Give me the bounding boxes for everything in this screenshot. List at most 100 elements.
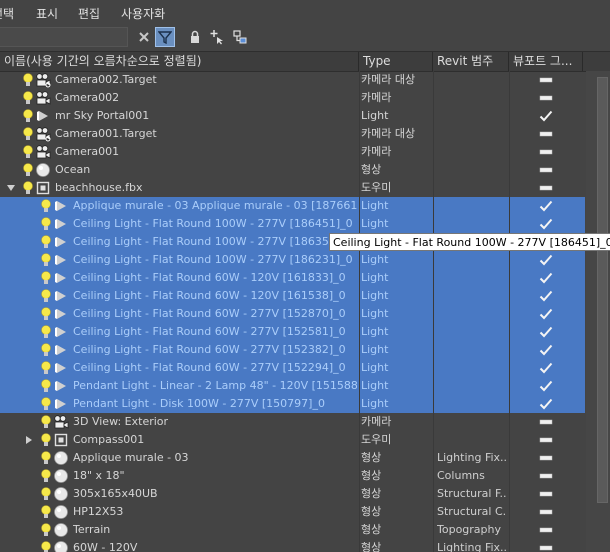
menu-display[interactable]: 표시 bbox=[36, 5, 58, 22]
visibility-bulb-icon[interactable] bbox=[40, 288, 52, 304]
table-row[interactable]: beachhouse.fbx 도우미 bbox=[0, 179, 585, 197]
menu-customize[interactable]: 사용자화 bbox=[121, 5, 165, 22]
viewport-dash-icon[interactable] bbox=[510, 125, 582, 143]
viewport-dash-icon[interactable] bbox=[510, 449, 582, 467]
table-row[interactable]: Camera002.Target 카메라 대상 bbox=[0, 71, 585, 89]
table-row[interactable]: Compass001 도우미 bbox=[0, 431, 585, 449]
visibility-bulb-icon[interactable] bbox=[40, 378, 52, 394]
visibility-bulb-icon[interactable] bbox=[40, 504, 52, 520]
visibility-bulb-icon[interactable] bbox=[22, 180, 34, 196]
viewport-dash-icon[interactable] bbox=[510, 485, 582, 503]
visibility-bulb-icon[interactable] bbox=[40, 216, 52, 232]
viewport-check-icon[interactable] bbox=[510, 197, 582, 215]
visibility-bulb-icon[interactable] bbox=[22, 144, 34, 160]
table-row[interactable]: Ceiling Light - Flat Round 60W - 277V [1… bbox=[0, 359, 585, 377]
viewport-check-icon[interactable] bbox=[510, 251, 582, 269]
viewport-dash-icon[interactable] bbox=[510, 467, 582, 485]
table-row[interactable]: Ceiling Light - Flat Round 60W - 277V [1… bbox=[0, 323, 585, 341]
viewport-dash-icon[interactable] bbox=[510, 539, 582, 552]
table-row[interactable]: 305x165x40UB 형상 Structural F... bbox=[0, 485, 585, 503]
table-row[interactable]: Ceiling Light - Flat Round 60W - 277V [1… bbox=[0, 341, 585, 359]
viewport-check-icon[interactable] bbox=[510, 395, 582, 413]
close-icon[interactable] bbox=[134, 27, 154, 47]
table-row[interactable]: Ceiling Light - Flat Round 60W - 277V [1… bbox=[0, 305, 585, 323]
visibility-bulb-icon[interactable] bbox=[22, 126, 34, 142]
visibility-bulb-icon[interactable] bbox=[40, 486, 52, 502]
visibility-bulb-icon[interactable] bbox=[40, 540, 52, 552]
viewport-dash-icon[interactable] bbox=[510, 71, 582, 89]
table-row[interactable]: Terrain 형상 Topography bbox=[0, 521, 585, 539]
table-row[interactable]: Ceiling Light - Flat Round 60W - 120V [1… bbox=[0, 287, 585, 305]
table-row[interactable]: Ceiling Light - Flat Round 100W - 277V [… bbox=[0, 215, 585, 233]
viewport-check-icon[interactable] bbox=[510, 341, 582, 359]
table-row[interactable]: Ceiling Light - Flat Round 100W - 277V [… bbox=[0, 251, 585, 269]
viewport-check-icon[interactable] bbox=[510, 377, 582, 395]
light-object-icon bbox=[53, 288, 69, 304]
visibility-bulb-icon[interactable] bbox=[40, 360, 52, 376]
collapse-arrow-icon[interactable] bbox=[6, 183, 16, 193]
viewport-dash-icon[interactable] bbox=[510, 89, 582, 107]
lock-icon[interactable] bbox=[185, 27, 205, 47]
table-row[interactable]: Pendant Light - Linear - 2 Lamp 48" - 12… bbox=[0, 377, 585, 395]
visibility-bulb-icon[interactable] bbox=[22, 72, 34, 88]
column-type-header[interactable]: Type bbox=[359, 52, 433, 71]
viewport-check-icon[interactable] bbox=[510, 107, 582, 125]
select-dependents-icon[interactable] bbox=[230, 27, 250, 47]
object-type: Light bbox=[361, 379, 389, 392]
visibility-bulb-icon[interactable] bbox=[40, 450, 52, 466]
visibility-bulb-icon[interactable] bbox=[40, 252, 52, 268]
viewport-check-icon[interactable] bbox=[510, 287, 582, 305]
table-row[interactable]: Applique murale - 03 Applique murale - 0… bbox=[0, 197, 585, 215]
menu-select[interactable]: 선택 bbox=[0, 5, 14, 22]
visibility-bulb-icon[interactable] bbox=[40, 522, 52, 538]
visibility-bulb-icon[interactable] bbox=[40, 324, 52, 340]
viewport-check-icon[interactable] bbox=[510, 215, 582, 233]
scroll-thumb[interactable] bbox=[597, 77, 608, 503]
table-row[interactable]: Pendant Light - Disk 100W - 277V [150797… bbox=[0, 395, 585, 413]
column-name-header[interactable]: 이름(사용 기간의 오름차순으로 정렬됨) bbox=[0, 52, 359, 71]
menu-edit[interactable]: 편집 bbox=[78, 5, 100, 22]
filter-icon[interactable] bbox=[155, 27, 175, 47]
visibility-bulb-icon[interactable] bbox=[40, 306, 52, 322]
visibility-bulb-icon[interactable] bbox=[40, 432, 52, 448]
table-row[interactable]: 3D View: Exterior 카메라 bbox=[0, 413, 585, 431]
table-row[interactable]: Camera002 카메라 bbox=[0, 89, 585, 107]
visibility-bulb-icon[interactable] bbox=[40, 234, 52, 250]
viewport-check-icon[interactable] bbox=[510, 359, 582, 377]
viewport-dash-icon[interactable] bbox=[510, 521, 582, 539]
column-category-header[interactable]: Revit 범주 bbox=[433, 52, 509, 71]
table-row[interactable]: Applique murale - 03 형상 Lighting Fix... bbox=[0, 449, 585, 467]
table-row[interactable]: mr Sky Portal001 Light bbox=[0, 107, 585, 125]
table-row[interactable]: HP12X53 형상 Structural C... bbox=[0, 503, 585, 521]
filter-input[interactable] bbox=[0, 27, 128, 47]
viewport-dash-icon[interactable] bbox=[510, 413, 582, 431]
viewport-dash-icon[interactable] bbox=[510, 431, 582, 449]
viewport-dash-icon[interactable] bbox=[510, 179, 582, 197]
viewport-dash-icon[interactable] bbox=[510, 161, 582, 179]
select-children-icon[interactable] bbox=[207, 27, 227, 47]
expand-arrow-icon[interactable] bbox=[24, 435, 34, 445]
viewport-check-icon[interactable] bbox=[510, 305, 582, 323]
visibility-bulb-icon[interactable] bbox=[40, 198, 52, 214]
column-viewport-header[interactable]: 뷰포트 그... bbox=[509, 52, 583, 71]
viewport-check-icon[interactable] bbox=[510, 269, 582, 287]
visibility-bulb-icon[interactable] bbox=[22, 108, 34, 124]
table-row[interactable]: Camera001.Target 카메라 대상 bbox=[0, 125, 585, 143]
viewport-check-icon[interactable] bbox=[510, 323, 582, 341]
object-name: Ceiling Light - Flat Round 100W - 277V [… bbox=[73, 217, 353, 230]
table-row[interactable]: 18" x 18" 형상 Columns bbox=[0, 467, 585, 485]
visibility-bulb-icon[interactable] bbox=[40, 414, 52, 430]
visibility-bulb-icon[interactable] bbox=[40, 270, 52, 286]
visibility-bulb-icon[interactable] bbox=[40, 342, 52, 358]
viewport-dash-icon[interactable] bbox=[510, 503, 582, 521]
table-row[interactable]: 60W - 120V 형상 Lighting Fix... bbox=[0, 539, 585, 552]
vertical-scrollbar[interactable] bbox=[586, 71, 610, 552]
table-row[interactable]: Camera001 카메라 bbox=[0, 143, 585, 161]
visibility-bulb-icon[interactable] bbox=[40, 468, 52, 484]
visibility-bulb-icon[interactable] bbox=[22, 90, 34, 106]
table-row[interactable]: Ceiling Light - Flat Round 60W - 120V [1… bbox=[0, 269, 585, 287]
visibility-bulb-icon[interactable] bbox=[40, 396, 52, 412]
table-row[interactable]: Ocean 형상 bbox=[0, 161, 585, 179]
visibility-bulb-icon[interactable] bbox=[22, 162, 34, 178]
viewport-dash-icon[interactable] bbox=[510, 143, 582, 161]
